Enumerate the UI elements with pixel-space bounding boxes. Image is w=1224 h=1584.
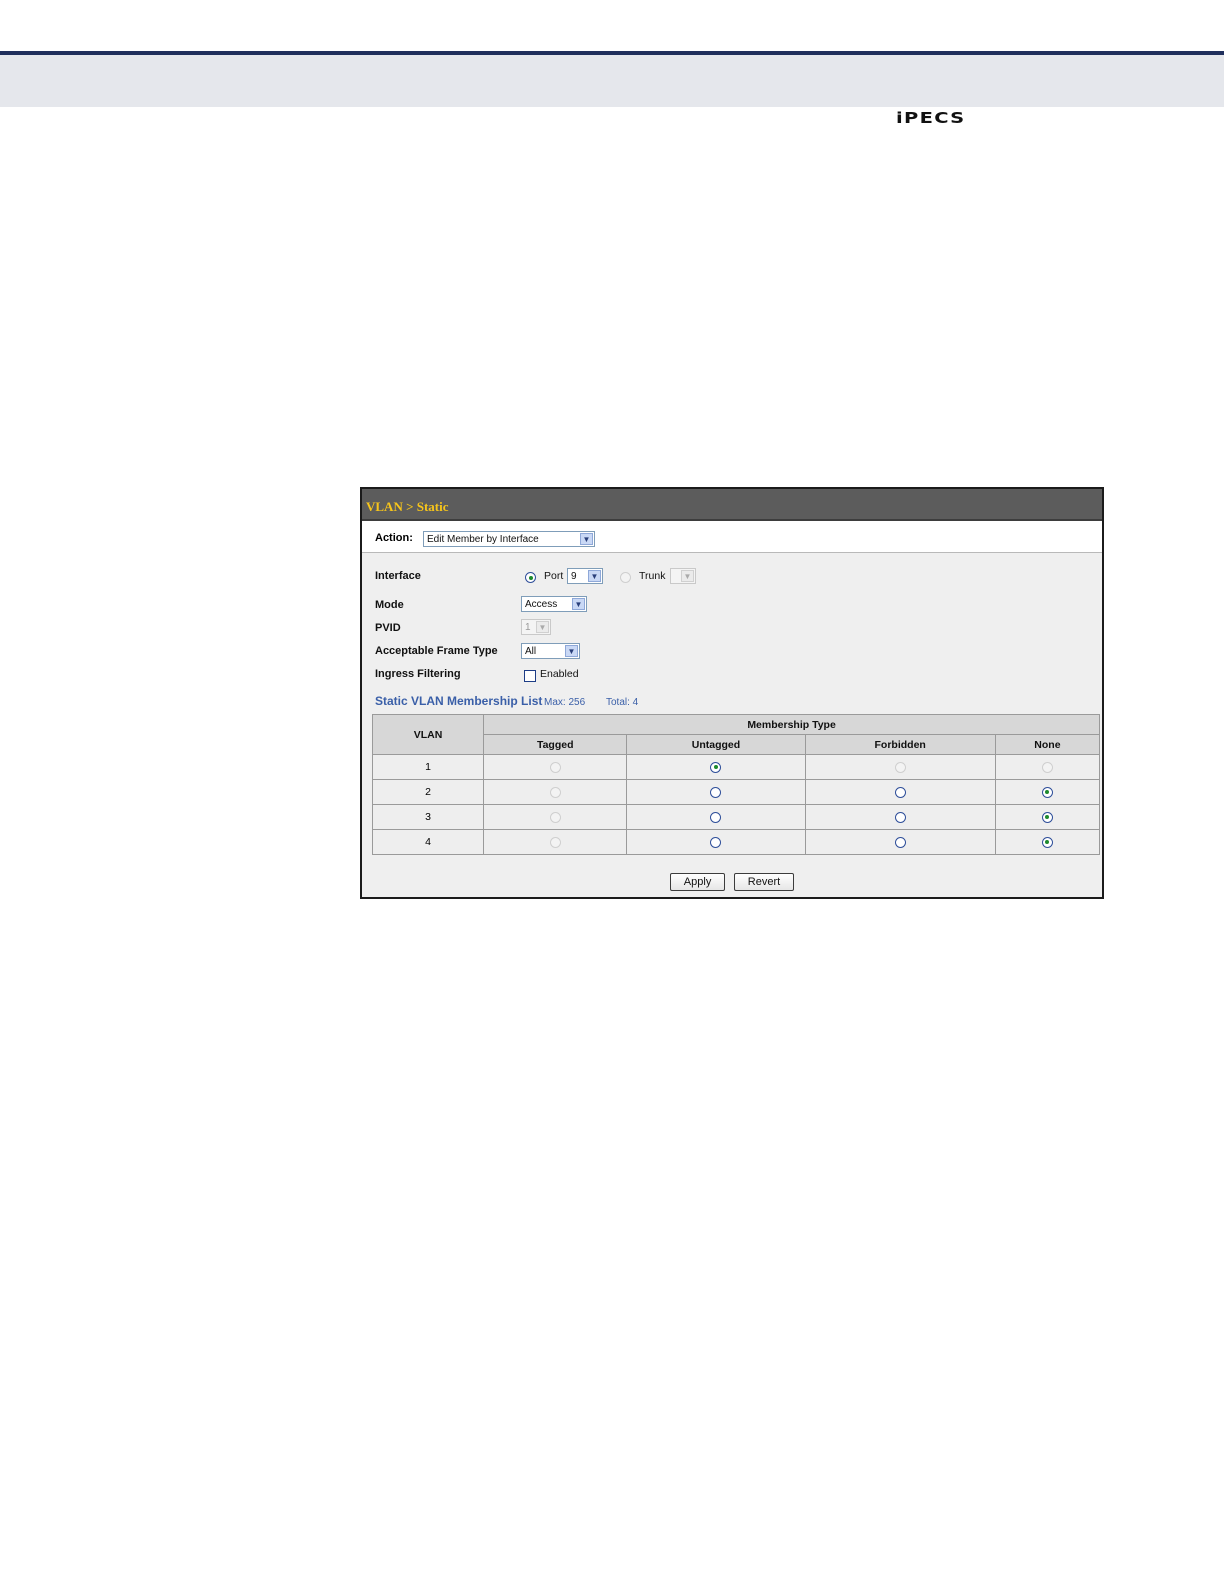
action-row: Action: Edit Member by Interface ▼: [362, 521, 1102, 553]
chevron-down-icon: ▼: [536, 621, 549, 633]
pvid-select-value: 1: [525, 622, 531, 633]
mode-select[interactable]: Access ▼: [521, 596, 587, 612]
ingress-enabled-checkbox[interactable]: [524, 670, 536, 682]
vlan-id-cell: 3: [371, 804, 485, 830]
vlan-id-cell: 1: [371, 754, 485, 780]
apply-button[interactable]: Apply: [669, 873, 726, 891]
tagged-column-header: Tagged: [483, 734, 628, 755]
chevron-down-icon: ▼: [565, 645, 578, 657]
membership-total: Total: 4: [606, 697, 639, 708]
forbidden-cell: [804, 779, 996, 805]
mode-select-value: Access: [525, 599, 558, 610]
button-row: Apply Revert: [362, 872, 1102, 891]
action-select[interactable]: Edit Member by Interface ▼: [423, 531, 595, 547]
membership-type-header: Membership Type: [483, 714, 1100, 735]
forbidden-radio[interactable]: [894, 786, 906, 798]
table-row: 1: [371, 754, 1101, 780]
trunk-label: Trunk: [639, 570, 666, 582]
none-radio[interactable]: [1041, 761, 1053, 773]
untagged-radio[interactable]: [710, 836, 722, 848]
untagged-column-header: Untagged: [626, 734, 806, 755]
tagged-cell: [483, 829, 628, 855]
header-band: [0, 55, 1224, 107]
none-cell: [994, 779, 1101, 805]
forbidden-cell: [804, 829, 996, 855]
port-radio[interactable]: [525, 572, 536, 583]
forbidden-cell: [804, 804, 996, 830]
untagged-cell: [626, 754, 806, 780]
chevron-down-icon: ▼: [572, 598, 585, 610]
none-radio[interactable]: [1041, 811, 1053, 823]
trunk-select[interactable]: ▼: [670, 568, 696, 584]
chevron-down-icon: ▼: [580, 533, 593, 545]
forbidden-cell: [804, 754, 996, 780]
vlan-id-cell: 2: [371, 779, 485, 805]
membership-max: Max: 256: [544, 697, 586, 708]
tagged-radio[interactable]: [549, 811, 561, 823]
frame-type-select[interactable]: All ▼: [521, 643, 580, 659]
ingress-enabled-label: Enabled: [540, 668, 579, 680]
frame-type-select-value: All: [525, 646, 537, 657]
revert-button[interactable]: Revert: [733, 873, 795, 891]
forbidden-radio[interactable]: [894, 761, 906, 773]
tagged-radio[interactable]: [549, 761, 561, 773]
pvid-label: PVID: [375, 622, 401, 634]
port-select-value: 9: [571, 571, 577, 582]
action-select-value: Edit Member by Interface: [427, 534, 539, 545]
forbidden-radio[interactable]: [894, 836, 906, 848]
tagged-radio[interactable]: [549, 786, 561, 798]
tagged-cell: [483, 804, 628, 830]
table-row: 3: [371, 804, 1101, 830]
forbidden-column-header: Forbidden: [804, 734, 996, 755]
untagged-radio[interactable]: [710, 761, 722, 773]
interface-form: Interface Port 9 ▼ Trunk ▼ Mode Access ▼…: [362, 553, 1102, 709]
table-row: 2: [371, 779, 1101, 805]
mode-label: Mode: [375, 599, 404, 611]
membership-table: VLAN Membership Type Tagged Untagged For…: [371, 714, 1101, 855]
port-label: Port: [544, 570, 564, 582]
untagged-cell: [626, 779, 806, 805]
ipecs-logo: iPECS: [896, 109, 966, 127]
none-column-header: None: [994, 734, 1101, 755]
none-cell: [994, 829, 1101, 855]
action-label: Action:: [375, 532, 413, 544]
interface-label: Interface: [375, 570, 421, 582]
membership-list-title: Static VLAN Membership List: [375, 694, 543, 708]
untagged-cell: [626, 829, 806, 855]
forbidden-radio[interactable]: [894, 811, 906, 823]
port-select[interactable]: 9 ▼: [567, 568, 603, 584]
untagged-radio[interactable]: [710, 811, 722, 823]
panel-title: VLAN > Static: [362, 489, 1102, 521]
vlan-id-cell: 4: [371, 829, 485, 855]
frame-type-label: Acceptable Frame Type: [375, 645, 498, 657]
none-radio[interactable]: [1041, 836, 1053, 848]
table-row: 4: [371, 829, 1101, 855]
tagged-cell: [483, 754, 628, 780]
untagged-cell: [626, 804, 806, 830]
ingress-label: Ingress Filtering: [375, 668, 461, 680]
tagged-cell: [483, 779, 628, 805]
chevron-down-icon: ▼: [588, 570, 601, 582]
chevron-down-icon: ▼: [681, 570, 694, 582]
untagged-radio[interactable]: [710, 786, 722, 798]
pvid-select[interactable]: 1 ▼: [521, 619, 551, 635]
trunk-radio[interactable]: [620, 572, 631, 583]
vlan-static-panel: VLAN > Static Action: Edit Member by Int…: [360, 487, 1104, 899]
none-cell: [994, 754, 1101, 780]
vlan-column-header: VLAN: [371, 714, 485, 755]
none-cell: [994, 804, 1101, 830]
none-radio[interactable]: [1041, 786, 1053, 798]
tagged-radio[interactable]: [549, 836, 561, 848]
